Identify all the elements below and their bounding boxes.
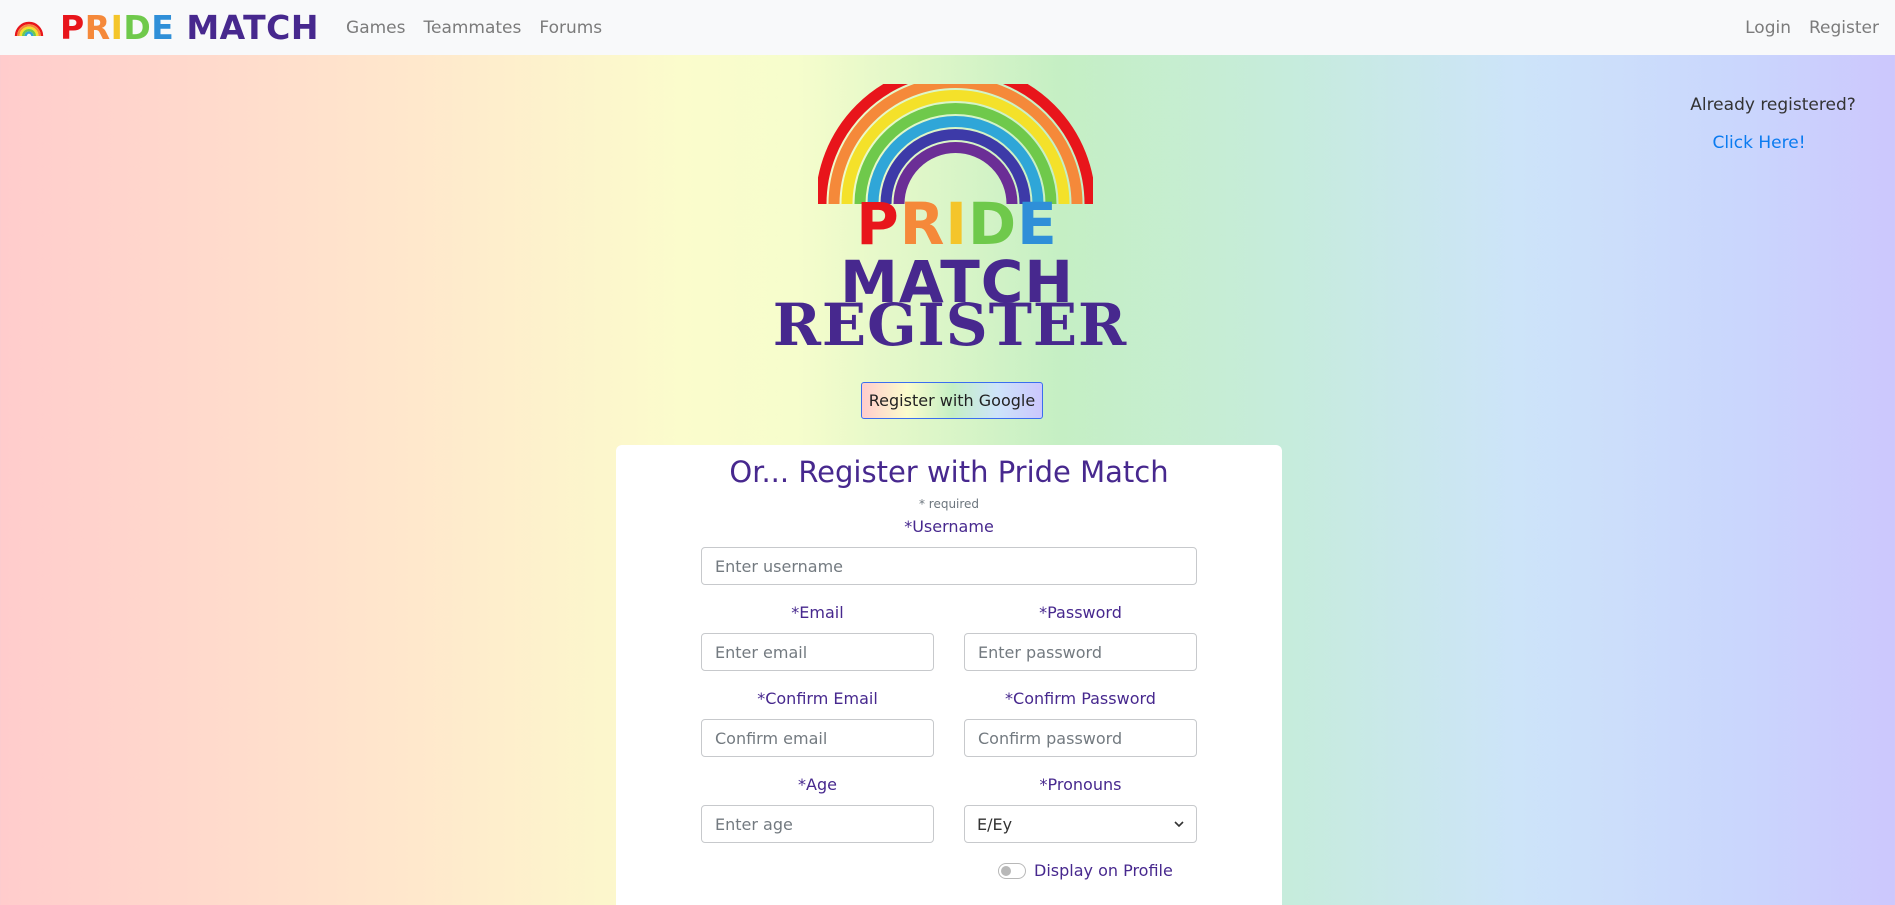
email-label: *Email [791, 603, 844, 622]
chevron-down-icon [1174, 821, 1184, 827]
nav-link-games[interactable]: Games [346, 18, 405, 38]
nav-link-teammates[interactable]: Teammates [423, 18, 521, 38]
username-label: *Username [904, 517, 994, 536]
brand-letter: E [151, 8, 175, 47]
already-registered: Already registered? Click Here! [1683, 95, 1863, 153]
display-on-profile-label: Display on Profile [1034, 861, 1173, 880]
age-input[interactable] [701, 805, 934, 843]
brand[interactable]: PRIDE MATCH [14, 11, 319, 44]
password-label: *Password [1039, 603, 1122, 622]
pronouns-select[interactable]: E/Ey [964, 805, 1197, 843]
brand-letter: P [60, 8, 85, 47]
navbar: PRIDE MATCH Games Teammates Forums Login… [0, 0, 1895, 55]
nav-right: Login Register [1727, 0, 1879, 55]
brand-letter: R [84, 8, 111, 47]
brand-letter: D [123, 8, 152, 47]
email-input[interactable] [701, 633, 934, 671]
form-title: Or... Register with Pride Match [729, 455, 1169, 489]
nav-link-forums[interactable]: Forums [539, 18, 602, 38]
rainbow-logo [818, 84, 1093, 204]
brand-word-match: MATCH [186, 8, 320, 47]
register-form-card: Or... Register with Pride Match * requir… [616, 445, 1282, 905]
required-note: * required [918, 497, 980, 511]
confirm-password-label: *Confirm Password [1005, 689, 1156, 708]
nav-link-register[interactable]: Register [1809, 18, 1879, 38]
nav-links: Games Teammates Forums [346, 18, 620, 38]
register-with-google-button[interactable]: Register with Google [861, 382, 1043, 419]
page-title: REGISTER [772, 291, 1128, 359]
pronouns-label: *Pronouns [1039, 775, 1122, 794]
confirm-password-input[interactable] [964, 719, 1197, 757]
brand-text: PRIDE MATCH [60, 11, 319, 44]
already-registered-text: Already registered? [1690, 95, 1856, 115]
username-input[interactable] [701, 547, 1197, 585]
click-here-link[interactable]: Click Here! [1655, 133, 1863, 153]
age-label: *Age [798, 775, 837, 794]
display-on-profile-toggle[interactable] [998, 862, 1026, 879]
rainbow-icon [14, 21, 44, 36]
brand-letter: I [110, 8, 124, 47]
nav-link-login[interactable]: Login [1745, 18, 1791, 38]
confirm-email-input[interactable] [701, 719, 934, 757]
password-input[interactable] [964, 633, 1197, 671]
confirm-email-label: *Confirm Email [757, 689, 878, 708]
pronouns-selected-value: E/Ey [977, 814, 1013, 834]
display-on-profile-row: Display on Profile [998, 861, 1173, 880]
